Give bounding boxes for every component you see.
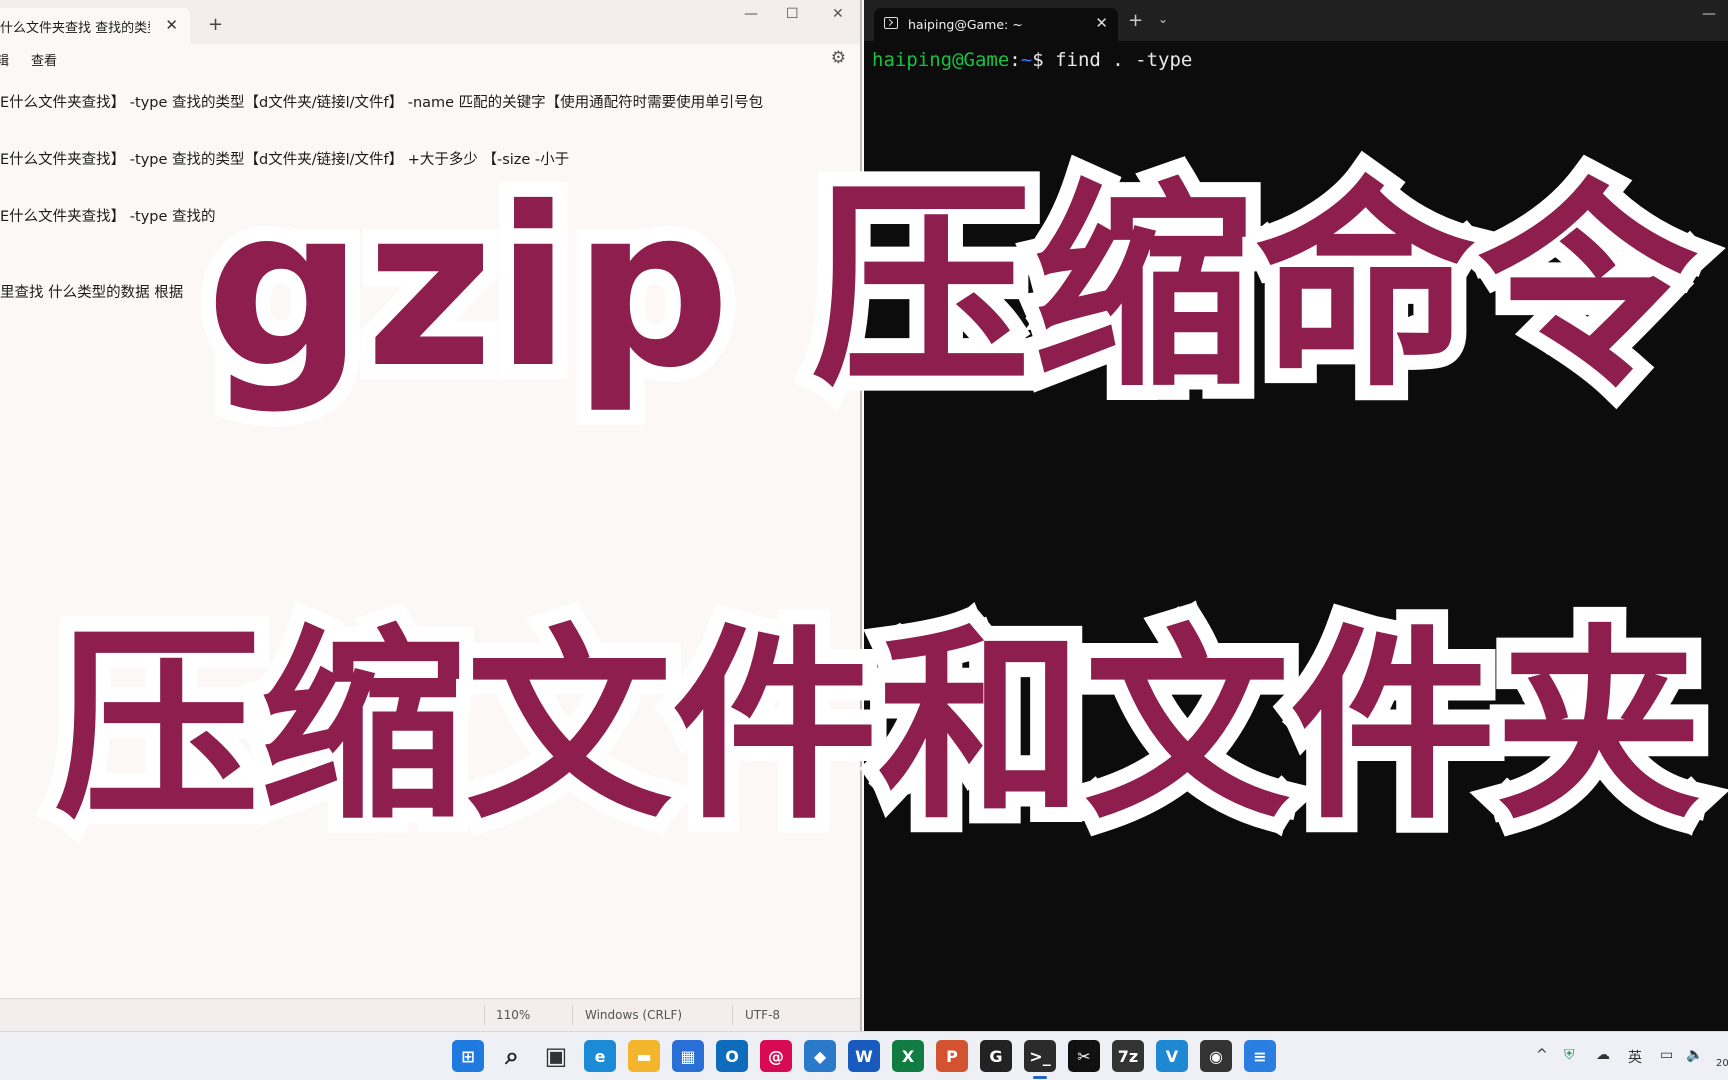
taskbar: ⊞ ⌕ ▣ e ▬ ▦ O @ ◆ W X P G >_ ✂ 7z V ◉ ≡ ^ ⛨ ☁ 英 ▭ 🔈 20 xyxy=(0,1031,1728,1080)
7zip-icon[interactable]: 7z xyxy=(1112,1040,1144,1072)
close-tab-icon[interactable]: ✕ xyxy=(1095,14,1108,32)
notepad-tab[interactable]: 什么文件夹查找 查找的类型 ✕ xyxy=(0,8,190,44)
new-tab-button[interactable]: + xyxy=(208,14,223,35)
new-tab-button[interactable]: + xyxy=(1128,10,1143,31)
search-icon[interactable]: ⌕ xyxy=(496,1040,528,1072)
notepad-statusbar: 110% Windows (CRLF) UTF-8 xyxy=(0,998,860,1031)
task-view-icon[interactable]: ▣ xyxy=(540,1040,572,1072)
file-explorer-icon[interactable]: ▬ xyxy=(628,1040,660,1072)
grammarly-icon[interactable]: G xyxy=(980,1040,1012,1072)
security-icon[interactable]: ⛨ xyxy=(1564,1047,1575,1063)
terminal-window: haiping@Game: ~ ✕ + ⌄ — haiping@Game:~$ … xyxy=(864,0,1728,1031)
terminal-titlebar: haiping@Game: ~ ✕ + ⌄ — xyxy=(864,0,1728,41)
text-line: E什么文件夹查找】 -type 查找的类型【d文件夹/链接l/文件f】 +大于多… xyxy=(0,152,570,168)
network-icon[interactable]: ▭ xyxy=(1660,1047,1673,1063)
minimize-button[interactable]: — xyxy=(744,6,758,22)
terminal-prompt-line[interactable]: haiping@Game:~$ find . -type xyxy=(872,49,1192,71)
prompt-separator: : xyxy=(1009,49,1021,71)
close-tab-icon[interactable]: ✕ xyxy=(165,16,178,34)
tray-overflow-chevron[interactable]: ^ xyxy=(1536,1047,1548,1063)
volume-icon[interactable]: 🔈 xyxy=(1686,1047,1703,1063)
command-text: find . -type xyxy=(1055,49,1193,71)
capcut-icon[interactable]: ✂ xyxy=(1068,1040,1100,1072)
active-app-indicator xyxy=(1033,1076,1047,1079)
text-line: E什么文件夹查找】 -type 查找的 xyxy=(0,209,216,225)
status-divider xyxy=(484,1005,485,1025)
clock[interactable]: 20 xyxy=(1716,1058,1728,1069)
notepad-menubar: 辑 查看 ⚙ xyxy=(0,44,860,74)
prompt-path: ~ xyxy=(1020,49,1033,71)
edge-icon[interactable]: e xyxy=(584,1040,616,1072)
status-divider xyxy=(572,1005,573,1025)
word-icon[interactable]: W xyxy=(848,1040,880,1072)
status-divider xyxy=(732,1005,733,1025)
encoding[interactable]: UTF-8 xyxy=(745,1008,780,1022)
prompt-dollar: $ xyxy=(1032,49,1056,71)
line-ending[interactable]: Windows (CRLF) xyxy=(585,1008,682,1022)
text-line: E什么文件夹查找】 -type 查找的类型【d文件夹/链接l/文件f】 -nam… xyxy=(0,95,764,111)
text-line: 里查找 什么类型的数据 根据 xyxy=(0,285,184,301)
maximize-button[interactable]: ☐ xyxy=(786,6,799,22)
start-icon[interactable]: ⊞ xyxy=(452,1040,484,1072)
v-app-icon[interactable]: V xyxy=(1156,1040,1188,1072)
menu-view[interactable]: 查看 xyxy=(31,50,57,69)
notepad-window: 什么文件夹查找 查找的类型 ✕ + — ☐ ✕ 辑 查看 ⚙ E什么文件夹查找】… xyxy=(0,0,862,1031)
zoom-level[interactable]: 110% xyxy=(496,1008,530,1022)
notepad-tab-title: 什么文件夹查找 查找的类型 xyxy=(0,20,150,36)
store-icon[interactable]: ▦ xyxy=(672,1040,704,1072)
close-window-button[interactable]: ✕ xyxy=(832,6,844,22)
powerpoint-icon[interactable]: P xyxy=(936,1040,968,1072)
terminal-tab-title: haiping@Game: ~ xyxy=(908,17,1023,32)
chevron-down-icon[interactable]: ⌄ xyxy=(1158,12,1168,26)
terminal-tab-icon xyxy=(884,17,898,29)
outlook-icon[interactable]: O xyxy=(716,1040,748,1072)
gear-icon[interactable]: ⚙ xyxy=(831,48,846,68)
notepad-icon[interactable]: ≡ xyxy=(1244,1040,1276,1072)
cloud-icon[interactable]: ☁ xyxy=(1596,1047,1610,1063)
debian-icon[interactable]: @ xyxy=(760,1040,792,1072)
notepad-titlebar: 什么文件夹查找 查找的类型 ✕ + — ☐ ✕ xyxy=(0,0,860,44)
terminal-tab[interactable]: haiping@Game: ~ ✕ xyxy=(874,8,1118,41)
prompt-user: haiping@Game xyxy=(872,49,1010,71)
ime-indicator[interactable]: 英 xyxy=(1628,1047,1642,1067)
excel-icon[interactable]: X xyxy=(892,1040,924,1072)
minimize-button[interactable]: — xyxy=(1702,6,1716,22)
camera-app-icon[interactable]: ◉ xyxy=(1200,1040,1232,1072)
box-icon[interactable]: ◆ xyxy=(804,1040,836,1072)
terminal-icon[interactable]: >_ xyxy=(1024,1040,1056,1072)
menu-edit[interactable]: 辑 xyxy=(0,50,9,69)
